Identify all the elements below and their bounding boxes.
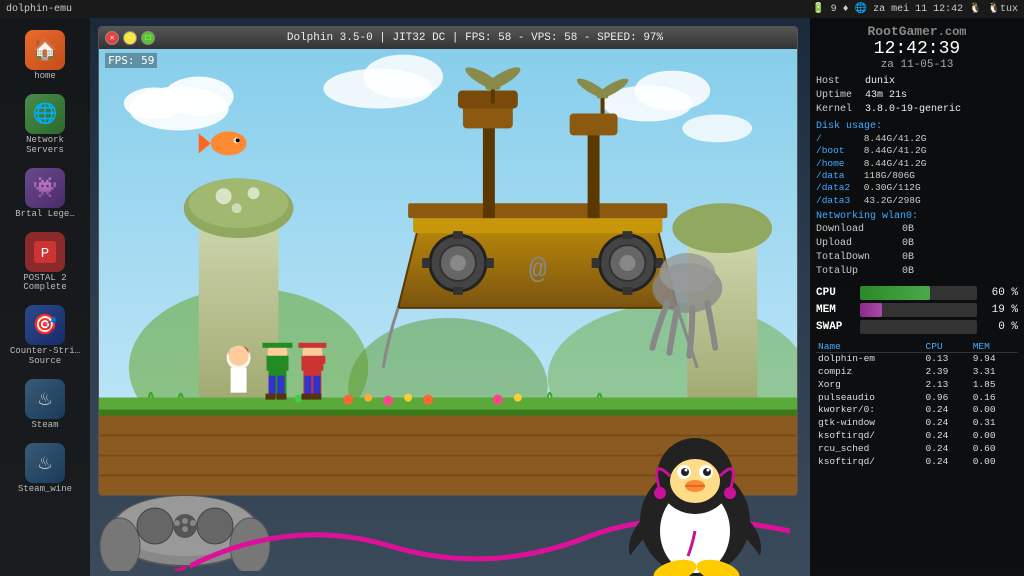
disk-row: /data3 43.2G/298G: [816, 195, 1018, 207]
host-row: Host dunix: [816, 75, 1018, 89]
app-title: dolphin-emu: [6, 4, 72, 15]
process-row: dolphin-em0.139.94: [816, 353, 1018, 366]
process-row: ksoftirqd/0.240.00: [816, 456, 1018, 469]
home-icon: 🏠: [25, 30, 65, 70]
disk-usage: / 8.44G/41.2G/boot 8.44G/41.2G/home 8.44…: [816, 133, 1018, 207]
sidebar-label-network: NetworkServers: [26, 136, 64, 156]
disk-row: /boot 8.44G/41.2G: [816, 145, 1018, 157]
network-icon: 🌐: [25, 94, 65, 134]
brtal-icon: 👾: [25, 168, 65, 208]
sidebar-item-postal[interactable]: P POSTAL 2Complete: [5, 228, 85, 298]
disk-row: /data 118G/806G: [816, 170, 1018, 182]
sidebar-label-brtal: Brtal Lege…: [15, 210, 74, 220]
process-row: Xorg2.131.85: [816, 379, 1018, 392]
sidebar-item-steam-wine[interactable]: ♨ Steam_wine: [5, 439, 85, 499]
game-scene: @: [99, 49, 797, 495]
sidebar-label-home: home: [34, 72, 56, 82]
minimize-button[interactable]: −: [123, 31, 137, 45]
disk-section-title: Disk usage:: [816, 121, 1018, 132]
svg-text:P: P: [41, 246, 49, 262]
close-button[interactable]: ✕: [105, 31, 119, 45]
swap-bar-track: [860, 320, 977, 334]
upload-row: Upload 0B: [816, 237, 1018, 251]
sidebar-label-steam-wine: Steam_wine: [18, 485, 72, 495]
sidebar-label-steam: Steam: [31, 421, 58, 431]
dolphin-window[interactable]: ✕ − □ Dolphin 3.5-0 | JIT32 DC | FPS: 58…: [98, 26, 798, 496]
sidebar-item-network[interactable]: 🌐 NetworkServers: [5, 90, 85, 160]
uptime-row: Uptime 43m 21s: [816, 89, 1018, 103]
process-list: dolphin-em0.139.94compiz2.393.31Xorg2.13…: [816, 353, 1018, 469]
proc-col-mem: MEM: [971, 341, 1018, 353]
sidebar-label-counter: Counter-Stri…Source: [10, 347, 80, 367]
dolphin-title: Dolphin 3.5-0 | JIT32 DC | FPS: 58 - VPS…: [159, 32, 791, 44]
dolphin-titlebar[interactable]: ✕ − □ Dolphin 3.5-0 | JIT32 DC | FPS: 58…: [99, 27, 797, 49]
postal-icon: P: [25, 232, 65, 272]
process-row: ksoftirqd/0.240.00: [816, 430, 1018, 443]
totalup-row: TotalUp 0B: [816, 265, 1018, 279]
process-row: gtk-window0.240.31: [816, 417, 1018, 430]
network-status: 🌐: [855, 3, 867, 15]
mem-bar-track: [860, 303, 977, 317]
datetime: za mei 11 12:42: [873, 4, 963, 15]
taskbar: dolphin-emu 🔋 9 ♦ 🌐 za mei 11 12:42 🐧 🐧t…: [0, 0, 1024, 18]
username: 🐧tux: [988, 3, 1018, 15]
battery-icon: 🔋 9 ♦: [812, 3, 848, 15]
proc-table-header: Name CPU MEM: [816, 341, 1018, 353]
sidebar-item-steam[interactable]: ♨ Steam: [5, 375, 85, 435]
sidebar-item-brtal[interactable]: 👾 Brtal Lege…: [5, 164, 85, 224]
wire: [190, 496, 790, 576]
process-table: Name CPU MEM dolphin-em0.139.94compiz2.3…: [816, 341, 1018, 468]
kernel-row: Kernel 3.8.0-19-generic: [816, 103, 1018, 117]
game-screen: FPS: 59: [99, 49, 797, 495]
fps-overlay: FPS: 59: [105, 53, 157, 68]
proc-col-name: Name: [816, 341, 924, 353]
sidebar-label-postal: POSTAL 2Complete: [23, 274, 66, 294]
process-row: rcu_sched0.240.60: [816, 443, 1018, 456]
sysmon-username: RootGamer.com: [816, 24, 1018, 39]
disk-row: / 8.44G/41.2G: [816, 133, 1018, 145]
disk-row: /home 8.44G/41.2G: [816, 158, 1018, 170]
swap-bar-container: SWAP 0 %: [816, 320, 1018, 334]
taskbar-right: 🔋 9 ♦ 🌐 za mei 11 12:42 🐧 🐧tux: [812, 3, 1018, 15]
desktop: 🏠 home 🌐 NetworkServers 👾 Brtal Lege… P …: [0, 18, 1024, 576]
sidebar-item-counter[interactable]: 🎯 Counter-Stri…Source: [5, 301, 85, 371]
cpu-bar-track: [860, 286, 977, 300]
taskbar-left: dolphin-emu: [6, 4, 72, 15]
download-row: Download 0B: [816, 223, 1018, 237]
mem-bar-fill: [860, 303, 882, 317]
process-row: kworker/0:0.240.00: [816, 404, 1018, 417]
process-row: compiz2.393.31: [816, 366, 1018, 379]
cpu-bar-container: CPU 60 %: [816, 286, 1018, 300]
maximize-button[interactable]: □: [141, 31, 155, 45]
net-section-title: Networking wlan0:: [816, 211, 1018, 222]
steam-wine-icon: ♨: [25, 443, 65, 483]
disk-row: /data2 0.30G/112G: [816, 182, 1018, 194]
window-controls: ✕ − □: [105, 31, 155, 45]
sysmon-time: 12:42:39: [816, 39, 1018, 59]
system-monitor: RootGamer.com 12:42:39 za 11-05-13 Host …: [810, 18, 1024, 576]
mem-bar-container: MEM 19 %: [816, 303, 1018, 317]
sidebar: 🏠 home 🌐 NetworkServers 👾 Brtal Lege… P …: [0, 18, 90, 576]
steam-icon: ♨: [25, 379, 65, 419]
counter-icon: 🎯: [25, 305, 65, 345]
totaldown-row: TotalDown 0B: [816, 251, 1018, 265]
sysmon-date: za 11-05-13: [816, 59, 1018, 71]
svg-text:@: @: [529, 253, 547, 287]
proc-col-cpu: CPU: [924, 341, 971, 353]
process-row: pulseaudio0.960.16: [816, 392, 1018, 405]
sidebar-item-home[interactable]: 🏠 home: [5, 26, 85, 86]
user-label: 🐧: [969, 3, 981, 15]
cpu-bar-fill: [860, 286, 930, 300]
main-area: ✕ − □ Dolphin 3.5-0 | JIT32 DC | FPS: 58…: [90, 18, 810, 576]
